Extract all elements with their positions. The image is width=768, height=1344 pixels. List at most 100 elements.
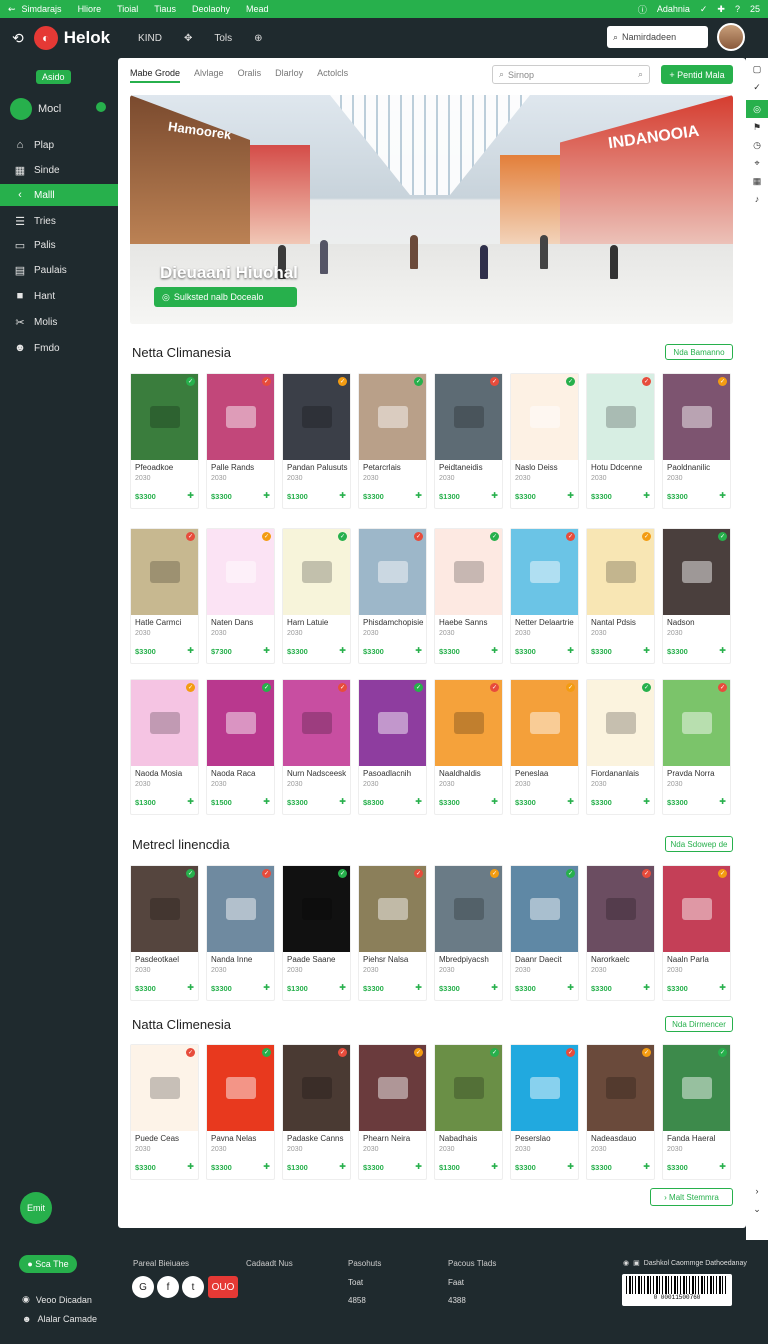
product-card[interactable]: ✓ Peidtaneidis 2030 $1300 ✚ [434, 373, 503, 509]
clock-icon[interactable]: ◷ [751, 140, 763, 151]
footer-link[interactable]: 4858 [348, 1296, 381, 1305]
sidebar-user[interactable]: Mocl [10, 98, 61, 120]
add-to-cart-icon[interactable]: ✚ [567, 646, 574, 655]
product-card[interactable]: ✓ Netter Delaartrie 2030 $3300 ✚ [510, 528, 579, 664]
scroll-down-icon[interactable]: ⌄ [751, 1204, 763, 1215]
add-to-cart-icon[interactable]: ✚ [643, 491, 650, 500]
sidebar-item-sinde[interactable]: ▦ Sinde [0, 159, 118, 181]
product-image[interactable]: ✓ [359, 374, 426, 460]
product-image[interactable]: ✓ [435, 680, 502, 766]
product-card[interactable]: ✓ Pasoadlacnih 2030 $8300 ✚ [358, 679, 427, 815]
product-card[interactable]: ✓ Pravda Norra 2030 $3300 ✚ [662, 679, 731, 815]
notification-count[interactable]: 25 [750, 4, 760, 14]
magnifier-icon[interactable]: ⌕ [638, 69, 643, 80]
chat-fab-button[interactable]: Emit [20, 1192, 52, 1224]
add-to-cart-icon[interactable]: ✚ [719, 1162, 726, 1171]
check-icon[interactable]: ✓ [700, 4, 708, 15]
twitter-icon[interactable]: t [182, 1276, 204, 1298]
add-to-cart-icon[interactable]: ✚ [187, 646, 194, 655]
product-card[interactable]: ✓ Peserslao 2030 $3300 ✚ [510, 1044, 579, 1180]
product-image[interactable]: ✓ [283, 866, 350, 952]
add-to-cart-icon[interactable]: ✚ [415, 797, 422, 806]
product-card[interactable]: ✓ Naoda Mosia 2030 $1300 ✚ [130, 679, 199, 815]
top-nav-item[interactable]: Tiaus [154, 4, 176, 14]
product-card[interactable]: ✓ Daanr Daecit 2030 $3300 ✚ [510, 865, 579, 1001]
sidebar-item-tries[interactable]: ☰ Tries [0, 210, 118, 232]
add-to-cart-icon[interactable]: ✚ [491, 646, 498, 655]
product-image[interactable]: ✓ [587, 680, 654, 766]
apps-icon[interactable]: ✥ [184, 33, 192, 44]
sidebar-item-molis[interactable]: ✂ Molis [0, 311, 118, 333]
add-to-cart-icon[interactable]: ✚ [263, 491, 270, 500]
add-to-cart-icon[interactable]: ✚ [339, 1162, 346, 1171]
main-search-input[interactable]: ⌕ Sirnop ⌕ [492, 65, 650, 84]
product-image[interactable]: ✓ [131, 374, 198, 460]
product-card[interactable]: ✓ Nadeasdauo 2030 $3300 ✚ [586, 1044, 655, 1180]
section-view-all-button[interactable]: Nda Bamanno [665, 344, 733, 360]
load-more-button[interactable]: › Malt Stemmra [650, 1188, 733, 1206]
section-view-all-button[interactable]: Nda Dirmencer [665, 1016, 733, 1032]
add-to-cart-icon[interactable]: ✚ [263, 797, 270, 806]
top-nav-item[interactable]: Hliore [78, 4, 102, 14]
add-to-cart-icon[interactable]: ✚ [491, 983, 498, 992]
footer-link[interactable]: 4388 [448, 1296, 496, 1305]
product-card[interactable]: ✓ Nurn Nadsceesk 2030 $3300 ✚ [282, 679, 351, 815]
product-card[interactable]: ✓ Fiordananlais 2030 $3300 ✚ [586, 679, 655, 815]
product-image[interactable]: ✓ [663, 529, 730, 615]
youtube-icon[interactable]: OUO [208, 1276, 238, 1298]
header-nav-item[interactable]: KIND [138, 33, 162, 44]
add-to-cart-icon[interactable]: ✚ [643, 1162, 650, 1171]
product-card[interactable]: ✓ Padaske Canns 2030 $1300 ✚ [282, 1044, 351, 1180]
add-to-cart-icon[interactable]: ✚ [187, 1162, 194, 1171]
add-to-cart-icon[interactable]: ✚ [719, 646, 726, 655]
product-card[interactable]: ✓ Naaln Parla 2030 $3300 ✚ [662, 865, 731, 1001]
add-to-cart-icon[interactable]: ✚ [339, 491, 346, 500]
add-to-cart-icon[interactable]: ✚ [643, 797, 650, 806]
product-image[interactable]: ✓ [587, 529, 654, 615]
product-image[interactable]: ✓ [587, 866, 654, 952]
product-image[interactable]: ✓ [283, 680, 350, 766]
add-to-cart-icon[interactable]: ✚ [643, 983, 650, 992]
add-to-cart-icon[interactable]: ✚ [187, 491, 194, 500]
product-card[interactable]: ✓ Hotu Ddcenne 2030 $3300 ✚ [586, 373, 655, 509]
add-to-cart-icon[interactable]: ✚ [415, 983, 422, 992]
add-to-cart-icon[interactable]: ✚ [263, 646, 270, 655]
top-nav-item[interactable]: Tioial [117, 4, 138, 14]
tab-mabe-grode[interactable]: Mabe Grode [130, 68, 181, 83]
product-image[interactable]: ✓ [663, 1045, 730, 1131]
product-card[interactable]: ✓ Nanda Inne 2030 $3300 ✚ [206, 865, 275, 1001]
footer-link[interactable]: Toat [348, 1278, 381, 1287]
product-image[interactable]: ✓ [435, 1045, 502, 1131]
account-label[interactable]: Adahnia [657, 4, 690, 14]
footer-link[interactable]: Faat [448, 1278, 496, 1287]
product-card[interactable]: ✓ Paade Saane 2030 $1300 ✚ [282, 865, 351, 1001]
top-nav-item[interactable]: Deolaohy [192, 4, 230, 14]
product-card[interactable]: ✓ Naten Dans 2030 $7300 ✚ [206, 528, 275, 664]
product-card[interactable]: ✓ Pasdeotkael 2030 $3300 ✚ [130, 865, 199, 1001]
add-to-cart-icon[interactable]: ✚ [187, 983, 194, 992]
add-to-cart-icon[interactable]: ✚ [187, 797, 194, 806]
add-to-cart-icon[interactable]: ✚ [491, 797, 498, 806]
back-icon[interactable]: ⇜ [8, 4, 16, 15]
product-image[interactable]: ✓ [511, 529, 578, 615]
product-card[interactable]: ✓ Pavna Nelas 2030 $3300 ✚ [206, 1044, 275, 1180]
tab-alvlage[interactable]: Alvlage [194, 68, 224, 83]
header-nav-item[interactable]: Tols [214, 33, 232, 44]
add-to-cart-icon[interactable]: ✚ [567, 1162, 574, 1171]
active-rail-icon[interactable]: ◎ [746, 100, 768, 118]
add-to-cart-icon[interactable]: ✚ [339, 983, 346, 992]
scroll-right-icon[interactable]: › [751, 1186, 763, 1196]
menu-icon[interactable]: ⟲ [12, 30, 24, 47]
product-image[interactable]: ✓ [359, 866, 426, 952]
header-search-input[interactable]: ⌕ Namirdadeen [607, 26, 708, 48]
add-to-cart-icon[interactable]: ✚ [263, 1162, 270, 1171]
product-image[interactable]: ✓ [207, 374, 274, 460]
product-image[interactable]: ✓ [587, 1045, 654, 1131]
product-card[interactable]: ✓ Fanda Haeral 2030 $3300 ✚ [662, 1044, 731, 1180]
gift-icon[interactable]: ✚ [717, 4, 725, 15]
help-icon[interactable]: ? [735, 4, 740, 14]
product-image[interactable]: ✓ [207, 529, 274, 615]
product-image[interactable]: ✓ [131, 529, 198, 615]
footer-link[interactable]: ☻ Alalar Camade [22, 1314, 97, 1324]
sidebar-item-fmdo[interactable]: ☻ Fmdo [0, 337, 118, 359]
